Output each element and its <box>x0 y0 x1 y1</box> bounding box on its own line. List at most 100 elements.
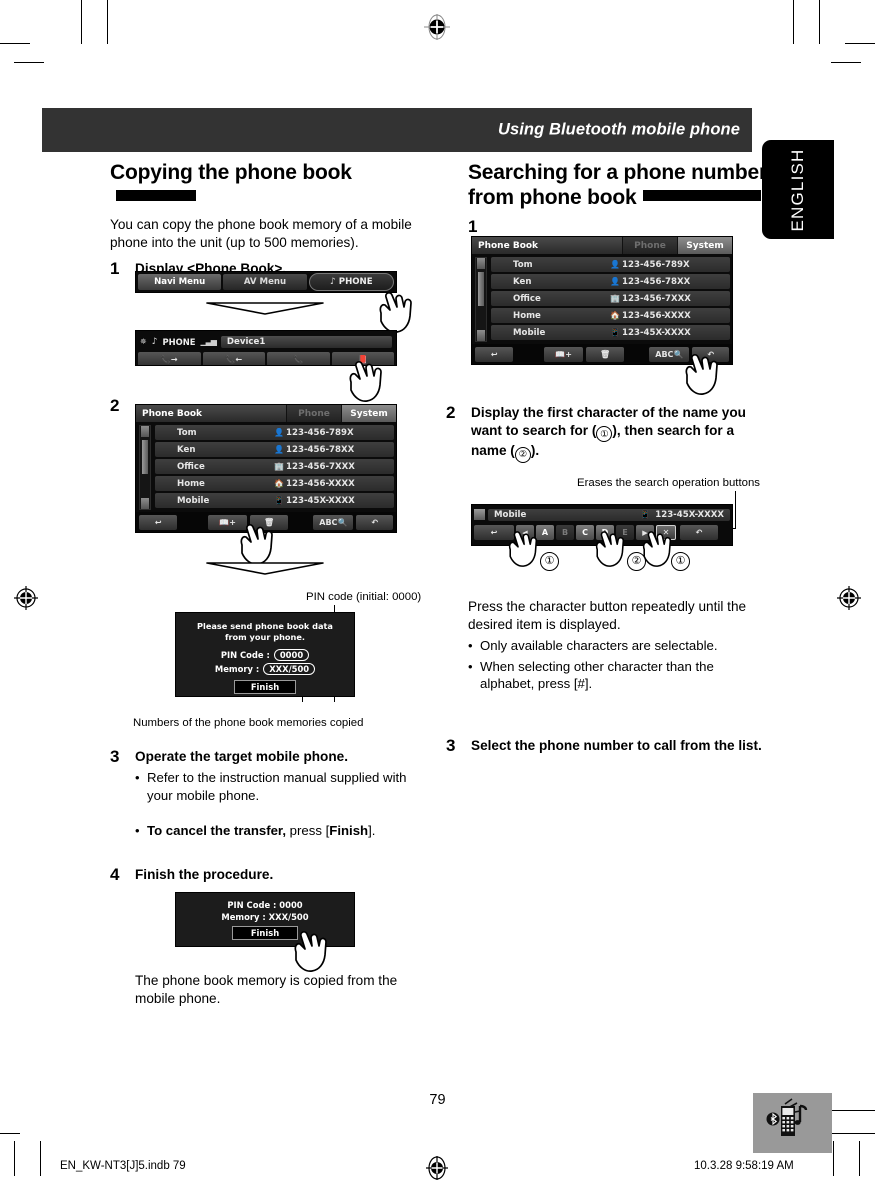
footer-timestamp: 10.3.28 9:58:19 AM <box>694 1160 794 1172</box>
right-bullet-1: • Only available characters are selectab… <box>468 637 768 655</box>
flow-arrow-step1 <box>205 300 325 316</box>
add-contact-icon: 📖+ <box>555 349 572 359</box>
finish-dialog-finish-button[interactable]: Finish <box>231 926 299 940</box>
back-icon: ↩ <box>154 517 162 527</box>
contact-number: 123-456-7XXX <box>622 293 691 304</box>
person-icon: 👤 <box>610 260 620 269</box>
registration-mark-right <box>836 585 862 611</box>
right-heading-line2: from phone book <box>468 186 637 209</box>
table-row[interactable]: Home 🏠 123-456-XXXX <box>491 308 730 323</box>
transfer-button[interactable]: ↶ <box>356 514 394 530</box>
table-row[interactable]: Tom 👤 123-456-789X <box>491 257 730 272</box>
left-column: Copying the phone book You can copy the … <box>110 160 420 278</box>
left-pb-scrollbar[interactable] <box>139 425 151 510</box>
crop-mark-tl-h <box>0 43 30 44</box>
back-button[interactable]: ↩ <box>475 346 514 362</box>
scroll-down-icon[interactable] <box>141 498 149 509</box>
crop-mark-tr-h <box>845 43 875 44</box>
search-icon: 🔍 <box>337 517 348 527</box>
finish-dialog-pin-line: PIN Code : 0000 <box>227 900 303 910</box>
contact-name: Home <box>513 310 541 321</box>
call-in-button[interactable]: 📞← <box>202 352 265 365</box>
table-row[interactable]: Mobile 📱 123-45X-XXXX <box>491 325 730 340</box>
building-icon: 🏢 <box>610 294 620 303</box>
call-out-button[interactable]: 📞→ <box>138 352 201 365</box>
erase-buttons-callout: Erases the search operation buttons <box>577 477 760 489</box>
right-pb-tab-phone[interactable]: Phone <box>622 237 677 254</box>
right-pb-scrollbar[interactable] <box>475 257 487 342</box>
left-pb-titlebar: Phone Book Phone System <box>136 405 396 422</box>
abc-label: ABC <box>655 349 674 359</box>
right-pb-list: Tom 👤 123-456-789X Ken 👤 123-456-78XX Of… <box>489 254 732 344</box>
crop-mark-tr-h2 <box>831 62 861 63</box>
erase-leader-vertical <box>735 491 737 529</box>
table-row[interactable]: Ken 👤 123-456-78XX <box>491 274 730 289</box>
hand-cursor-step1a <box>375 283 421 335</box>
call-end-button[interactable]: 📞 <box>267 352 330 365</box>
search-row-name: Mobile <box>494 509 527 520</box>
left-step-4: 4 Finish the procedure. <box>110 866 273 884</box>
pin-dialog-finish-button[interactable]: Finish <box>233 680 297 694</box>
person-icon: 👤 <box>274 445 284 454</box>
crop-mark-bl-v <box>40 1141 41 1176</box>
back-button[interactable]: ↩ <box>139 514 178 530</box>
av-menu-button[interactable]: AV Menu <box>223 274 307 290</box>
scroll-thumb[interactable] <box>142 440 148 474</box>
flow-arrow-step2 <box>205 560 325 576</box>
table-row[interactable]: Ken 👤 123-456-78XX <box>155 442 394 457</box>
contact-name: Office <box>177 461 205 472</box>
bullet-glyph: • <box>468 658 473 674</box>
mark-circled-two: ② <box>627 552 646 571</box>
right-bullets: • Only available characters are selectab… <box>468 637 768 693</box>
crop-mark-tr-v2 <box>819 0 820 44</box>
scroll-up-icon[interactable] <box>477 258 485 269</box>
right-pb-tab-system[interactable]: System <box>677 237 732 254</box>
contact-number: 123-45X-XXXX <box>286 495 355 506</box>
pin-code-label: PIN Code : <box>220 650 270 660</box>
crop-mark-br-h <box>830 1133 875 1134</box>
left-pb-tab-system[interactable]: System <box>341 405 396 422</box>
contact-name: Office <box>513 293 541 304</box>
signal-icon: ▁▃▅ <box>200 337 217 346</box>
add-contact-button[interactable]: 📖+ <box>544 346 583 362</box>
abc-search-button[interactable]: ABC 🔍 <box>313 514 354 530</box>
music-note-icon: ♪ <box>151 336 158 347</box>
table-row[interactable]: Office 🏢 123-456-7XXX <box>491 291 730 306</box>
phone-menu-label: PHONE <box>338 277 373 287</box>
contact-number: 123-456-789X <box>286 427 354 438</box>
cancel-transfer-finish: Finish <box>329 823 369 838</box>
transfer-button[interactable]: ↶ <box>680 525 718 540</box>
contact-name: Mobile <box>177 495 210 506</box>
scroll-up-icon[interactable] <box>141 426 149 437</box>
mobile-icon: 📱 <box>640 510 651 519</box>
cancel-transfer-lead: To cancel the transfer, <box>147 823 287 838</box>
left-intro-text: You can copy the phone book memory of a … <box>110 217 412 250</box>
building-icon: 🏢 <box>274 462 284 471</box>
transfer-icon: ↶ <box>695 528 703 537</box>
chapter-icon-badge <box>753 1093 832 1153</box>
table-row[interactable]: Mobile 📱 123-45X-XXXX <box>155 493 394 508</box>
table-row[interactable]: Home 🏠 123-456-XXXX <box>155 476 394 491</box>
page-header-title: Using Bluetooth mobile phone <box>497 120 740 139</box>
call-in-icon: 📞← <box>225 355 243 364</box>
contact-name: Tom <box>513 259 533 270</box>
scroll-down-icon[interactable] <box>477 330 485 341</box>
table-row[interactable]: Tom 👤 123-456-789X <box>155 425 394 440</box>
right-step-3: 3 Select the phone number to call from t… <box>446 737 776 755</box>
char-button-b[interactable]: B <box>556 525 574 540</box>
delete-button[interactable]: 🗑 <box>585 346 625 362</box>
contact-number: 123-456-XXXX <box>622 310 691 321</box>
scroll-thumb[interactable] <box>478 272 484 306</box>
right-step-2-part3: ). <box>530 443 540 459</box>
crop-mark-bl-h <box>0 1133 20 1134</box>
right-step-1: 1 <box>468 218 778 236</box>
crop-mark-tr-v <box>793 0 794 44</box>
left-pb-tab-phone[interactable]: Phone <box>286 405 341 422</box>
crop-mark-br-v2 <box>859 1141 860 1176</box>
home-icon: 🏠 <box>274 479 284 488</box>
navi-menu-button[interactable]: Navi Menu <box>138 274 222 290</box>
left-step-3-bullet-2: • To cancel the transfer, press [Finish]… <box>110 822 425 840</box>
left-pb-list: Tom 👤 123-456-789X Ken 👤 123-456-78XX Of… <box>153 422 396 512</box>
music-note-icon: ♪ <box>330 277 336 287</box>
table-row[interactable]: Office 🏢 123-456-7XXX <box>155 459 394 474</box>
